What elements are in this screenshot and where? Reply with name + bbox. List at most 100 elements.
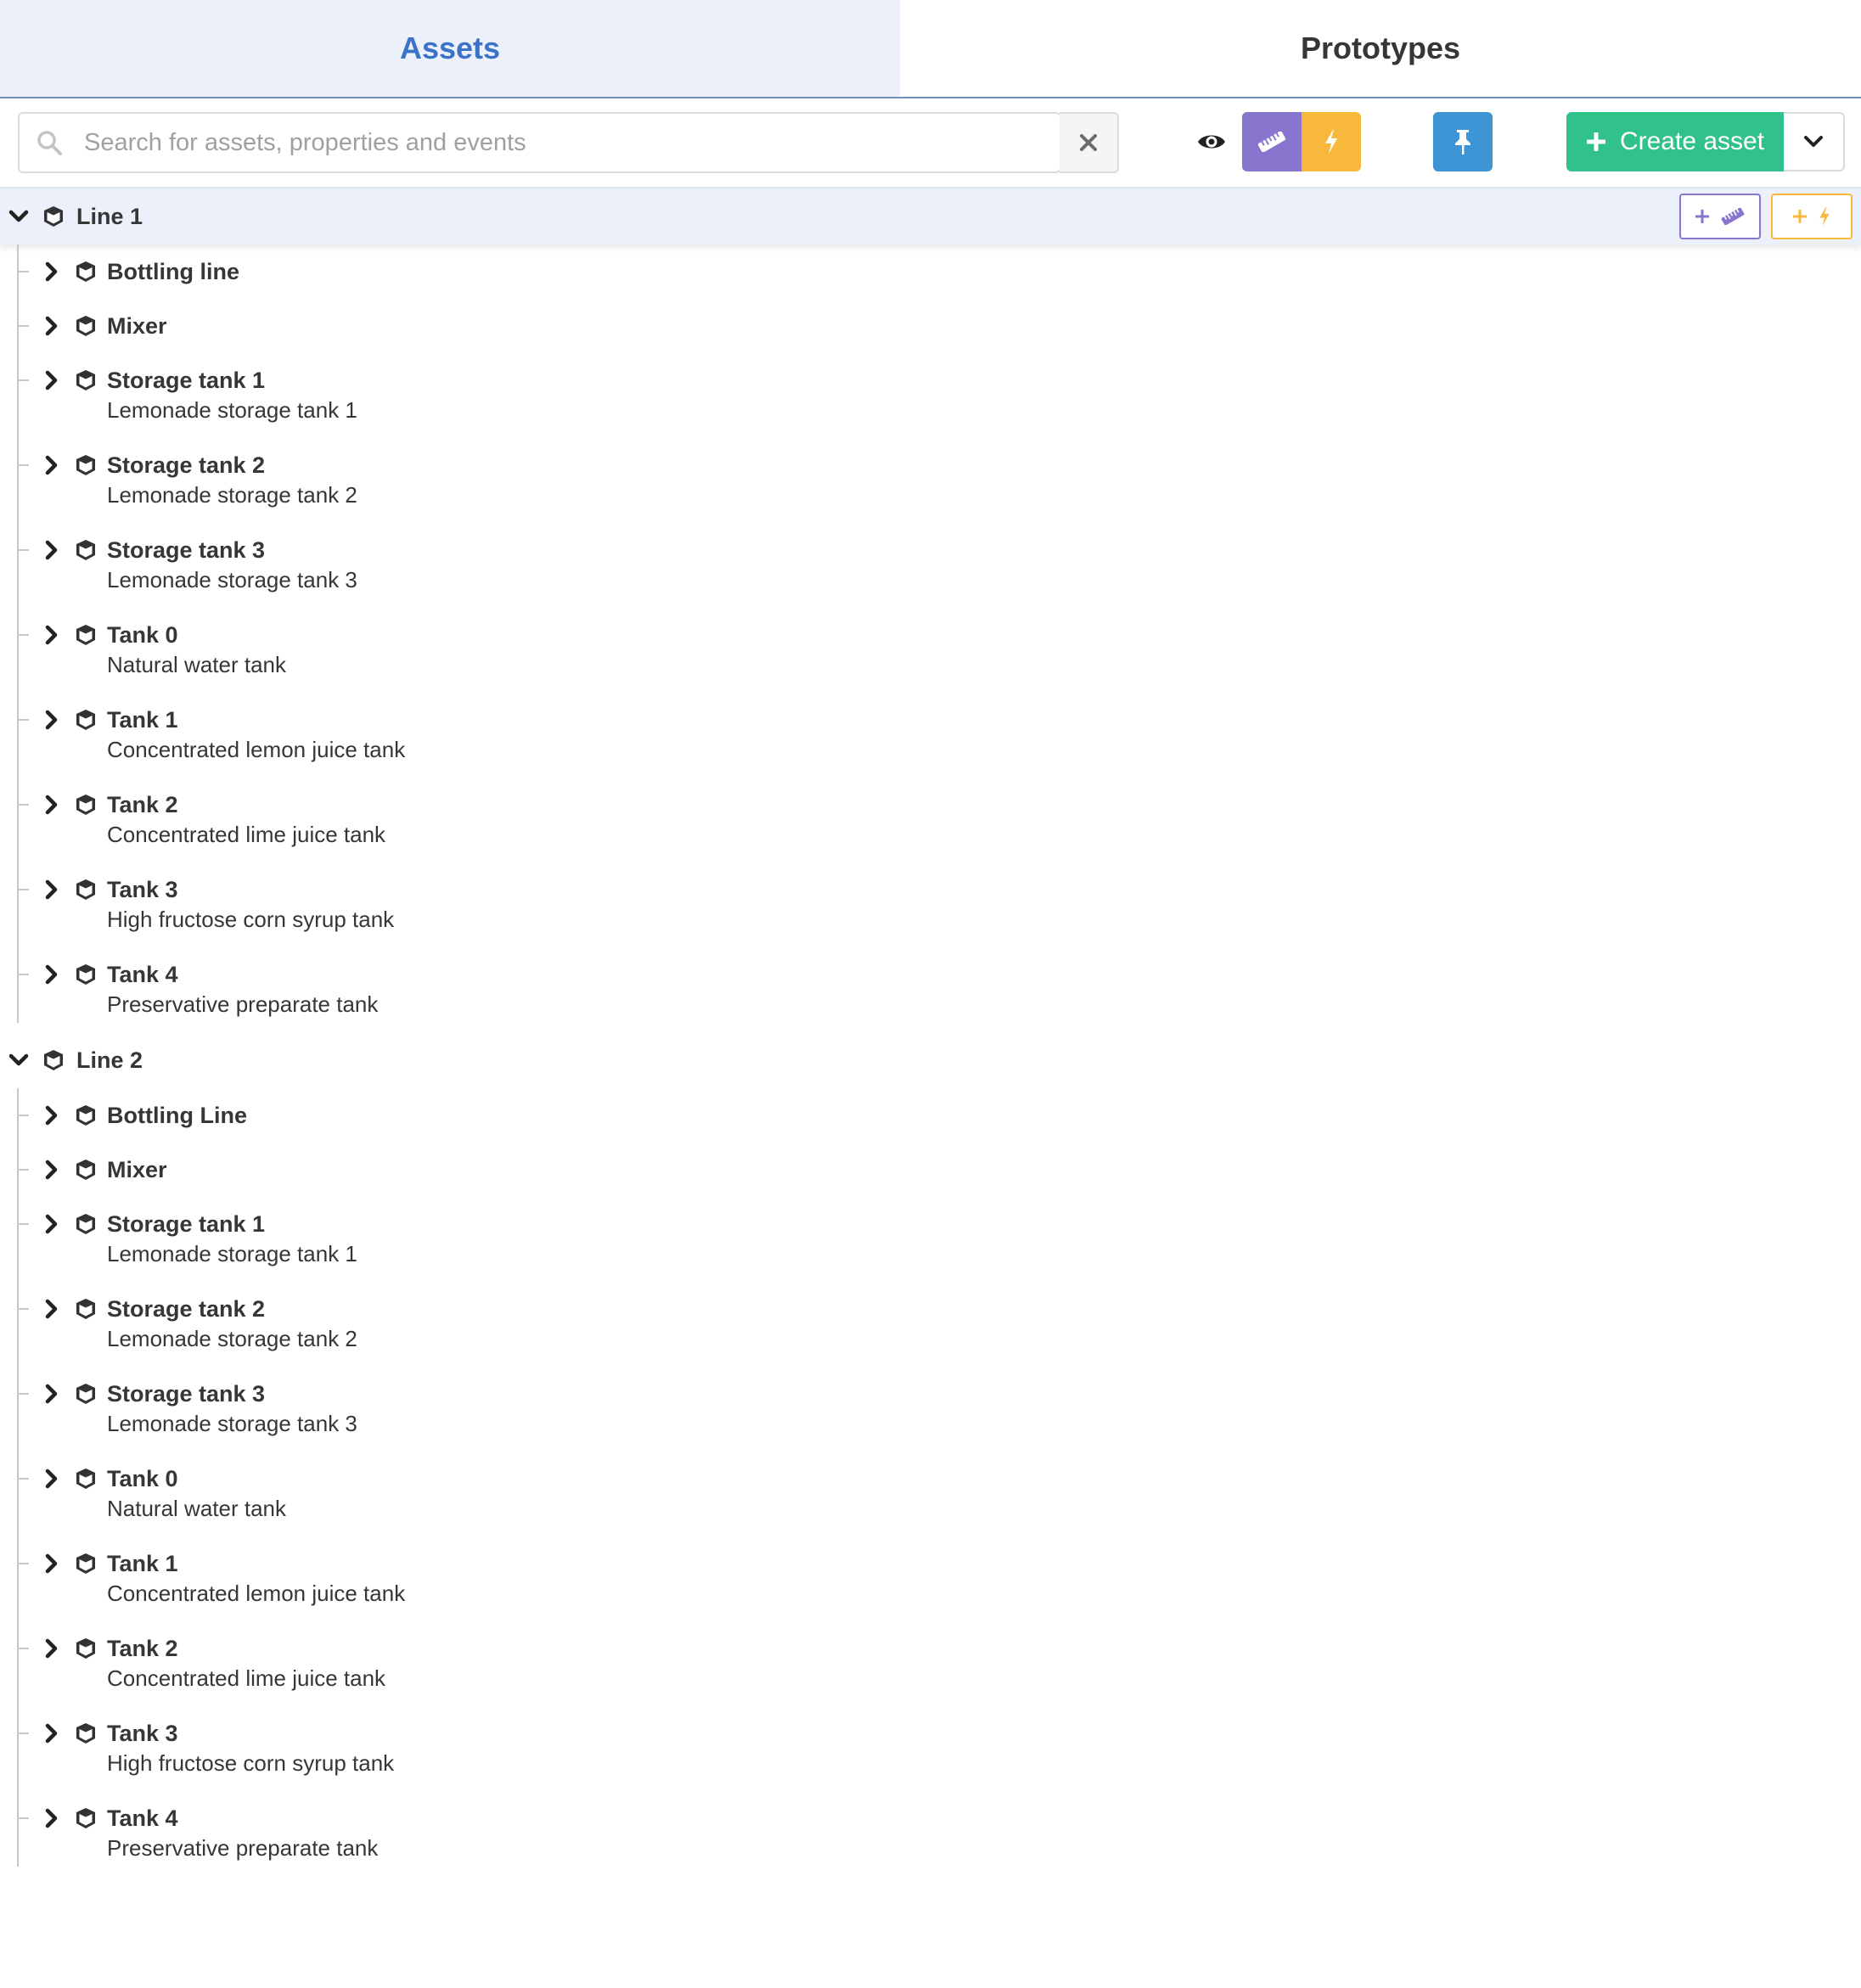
asset-title: Storage tank 1: [107, 1210, 266, 1237]
asset-title: Tank 2: [107, 791, 178, 817]
tree-branch-tick: [17, 1115, 29, 1116]
chevron-right-icon[interactable]: [44, 1808, 65, 1828]
tree-branch-tick: [17, 325, 29, 327]
asset-title: Mixer: [107, 1156, 167, 1182]
tree-branch-tick: [17, 1169, 29, 1171]
tree-node-asset[interactable]: Bottling Line: [17, 1088, 1861, 1143]
cube-icon: [75, 1807, 97, 1829]
tree-branch-tick: [17, 1648, 29, 1649]
chevron-right-icon[interactable]: [44, 261, 65, 282]
chevron-right-icon[interactable]: [44, 455, 65, 475]
chevron-right-icon[interactable]: [44, 1299, 65, 1319]
tree-branch-tick: [17, 1478, 29, 1480]
tree-node-asset[interactable]: Tank 0 Natural water tank: [17, 608, 1861, 693]
asset-description: Concentrated lemon juice tank: [107, 737, 406, 762]
create-asset-button[interactable]: Create asset: [1566, 112, 1784, 171]
asset-title: Tank 3: [107, 876, 178, 902]
tree-node-asset[interactable]: Mixer: [17, 1143, 1861, 1197]
tree-node-asset[interactable]: Tank 4 Preservative preparate tank: [17, 947, 1861, 1032]
tree-node-asset[interactable]: Tank 4 Preservative preparate tank: [17, 1791, 1861, 1876]
tree-branch-tick: [17, 379, 29, 381]
chevron-right-icon[interactable]: [44, 710, 65, 730]
add-event-button[interactable]: [1771, 194, 1853, 239]
tree-node-asset[interactable]: Tank 3 High fructose corn syrup tank: [17, 1706, 1861, 1791]
toolbar: Create asset: [0, 98, 1861, 187]
asset-description: Lemonade storage tank 1: [107, 397, 357, 423]
tree-node-asset[interactable]: Mixer: [17, 299, 1861, 353]
tree-node-asset[interactable]: Tank 2 Concentrated lime juice tank: [17, 1621, 1861, 1706]
chevron-right-icon[interactable]: [44, 316, 65, 336]
tree-node-asset[interactable]: Storage tank 3 Lemonade storage tank 3: [17, 523, 1861, 608]
chevron-right-icon[interactable]: [44, 1553, 65, 1574]
asset-title: Tank 0: [107, 1465, 178, 1491]
tree-node-asset[interactable]: Bottling line: [17, 244, 1861, 299]
ruler-icon: [1720, 208, 1746, 225]
chevron-down-icon[interactable]: [8, 209, 29, 224]
pin-button[interactable]: [1433, 112, 1493, 171]
line-title: Line 1: [76, 203, 143, 229]
chevron-right-icon[interactable]: [44, 1160, 65, 1180]
tree-node-asset[interactable]: Tank 2 Concentrated lime juice tank: [17, 778, 1861, 862]
tree-node-asset[interactable]: Tank 0 Natural water tank: [17, 1452, 1861, 1536]
pin-icon: [1453, 128, 1473, 155]
events-filter-button[interactable]: [1302, 112, 1361, 171]
asset-description: High fructose corn syrup tank: [107, 907, 395, 932]
measurements-filter-button[interactable]: [1242, 112, 1302, 171]
chevron-right-icon[interactable]: [44, 1638, 65, 1659]
asset-description: Preservative preparate tank: [107, 1835, 379, 1861]
cube-icon: [42, 205, 65, 227]
chevron-right-icon[interactable]: [44, 625, 65, 645]
chevron-right-icon[interactable]: [44, 370, 65, 390]
chevron-right-icon[interactable]: [44, 1384, 65, 1404]
tree-branch-tick: [17, 1817, 29, 1819]
asset-title: Storage tank 3: [107, 1380, 266, 1407]
tree-node-asset[interactable]: Tank 1 Concentrated lemon juice tank: [17, 1536, 1861, 1621]
search-box: [18, 112, 1061, 173]
chevron-right-icon[interactable]: [44, 1723, 65, 1744]
chevron-right-icon[interactable]: [44, 879, 65, 900]
cube-icon: [75, 454, 97, 476]
tree-node-asset[interactable]: Storage tank 3 Lemonade storage tank 3: [17, 1367, 1861, 1452]
chevron-right-icon[interactable]: [44, 1105, 65, 1126]
create-asset-label: Create asset: [1619, 127, 1765, 155]
tree-node-asset[interactable]: Tank 1 Concentrated lemon juice tank: [17, 693, 1861, 778]
tree-branch-tick: [17, 719, 29, 721]
search-input[interactable]: [82, 127, 1020, 158]
tree-branch-tick: [17, 634, 29, 636]
tree-node-asset[interactable]: Tank 3 High fructose corn syrup tank: [17, 862, 1861, 947]
chevron-right-icon[interactable]: [44, 1214, 65, 1234]
tree-branch-tick: [17, 271, 29, 272]
tree-node-asset[interactable]: Storage tank 2 Lemonade storage tank 2: [17, 1282, 1861, 1367]
cube-icon: [75, 1468, 97, 1490]
tab-assets[interactable]: Assets: [0, 0, 900, 97]
tree-node-line[interactable]: Line 2: [0, 1032, 1861, 1088]
asset-title: Storage tank 2: [107, 1295, 266, 1322]
tree-node-asset[interactable]: Storage tank 1 Lemonade storage tank 1: [17, 1197, 1861, 1282]
tree-node-asset[interactable]: Storage tank 1 Lemonade storage tank 1: [17, 353, 1861, 438]
ruler-icon: [1257, 132, 1287, 152]
cube-icon: [75, 369, 97, 391]
chevron-right-icon[interactable]: [44, 540, 65, 560]
chevron-down-icon[interactable]: [8, 1053, 29, 1068]
visibility-toggle-button[interactable]: [1182, 112, 1241, 171]
tree-branch-tick: [17, 889, 29, 890]
asset-title: Mixer: [107, 312, 167, 339]
asset-title: Bottling line: [107, 258, 239, 284]
asset-description: High fructose corn syrup tank: [107, 1750, 395, 1776]
cube-icon: [42, 1049, 65, 1071]
clear-search-button[interactable]: [1060, 112, 1119, 173]
tree-node-asset[interactable]: Storage tank 2 Lemonade storage tank 2: [17, 438, 1861, 523]
create-options-dropdown[interactable]: [1784, 112, 1845, 171]
add-measurement-button[interactable]: [1679, 194, 1761, 239]
tree-node-line[interactable]: Line 1: [0, 187, 1861, 244]
cube-icon: [75, 794, 97, 816]
chevron-right-icon[interactable]: [44, 795, 65, 815]
tree-branch-tick: [17, 1732, 29, 1734]
tree-branch-tick: [17, 549, 29, 551]
search-icon: [37, 130, 62, 155]
tree-branch-tick: [17, 974, 29, 975]
chevron-right-icon[interactable]: [44, 1469, 65, 1489]
chevron-right-icon[interactable]: [44, 964, 65, 985]
tab-prototypes[interactable]: Prototypes: [900, 0, 1861, 97]
chevron-down-icon: [1803, 135, 1824, 149]
